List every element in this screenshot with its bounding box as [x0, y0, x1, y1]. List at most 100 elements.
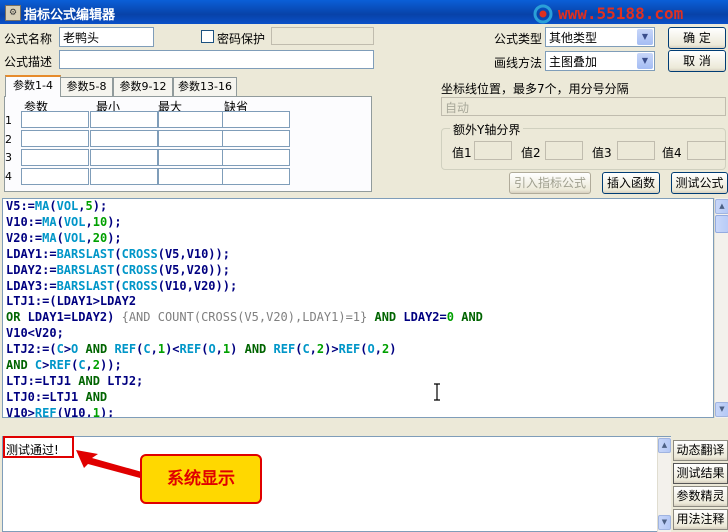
param-cell-input[interactable]: [158, 111, 226, 128]
param-cell-input[interactable]: [158, 168, 226, 185]
param-cell-input[interactable]: [90, 130, 158, 147]
code-token: LDAY3:=: [6, 278, 57, 293]
value1-input[interactable]: [474, 141, 512, 160]
code-token: LTJ:=LTJ1: [6, 373, 79, 388]
code-token: LTJ2;: [99, 373, 144, 388]
code-token: (: [114, 278, 122, 293]
code-token: (V10,: [56, 405, 93, 418]
scroll-thumb[interactable]: [715, 215, 728, 233]
param-row-number: 4: [5, 170, 12, 183]
param-cell-input[interactable]: [21, 130, 89, 147]
side-tab-test-result[interactable]: 测试结果: [673, 463, 728, 484]
param-cell-input[interactable]: [222, 111, 290, 128]
coord-line-label: 坐标线位置，最多7个，用分号分隔: [441, 82, 629, 96]
import-formula-button[interactable]: 引入指标公式: [509, 172, 591, 194]
scroll-down-icon[interactable]: ▼: [658, 515, 671, 530]
param-cell-input[interactable]: [222, 149, 290, 166]
value2-input[interactable]: [545, 141, 583, 160]
code-token: )<: [165, 342, 180, 357]
value4-input[interactable]: [687, 141, 726, 160]
output-scrollbar[interactable]: ▲ ▼: [657, 437, 671, 532]
test-formula-button[interactable]: 测试公式: [671, 172, 728, 194]
param-cell-input[interactable]: [21, 111, 89, 128]
tab-params-1-4[interactable]: 参数1-4: [5, 75, 61, 97]
code-line: LDAY1:=BARSLAST(CROSS(V5,V10));: [6, 247, 483, 263]
insert-function-button[interactable]: 插入函数: [602, 172, 660, 194]
splitter[interactable]: [0, 420, 728, 434]
window-title: 指标公式编辑器: [24, 8, 116, 23]
formula-desc-input[interactable]: [59, 50, 374, 69]
text-cursor-icon: [434, 383, 440, 401]
formula-editor[interactable]: V5:=MA(VOL,5); V10:=MA(VOL,10); V20:=MA(VO…: [2, 198, 714, 418]
code-token: O: [208, 342, 216, 357]
editor-scrollbar[interactable]: ▲ ▼: [714, 198, 728, 418]
code-token: ,: [309, 342, 317, 357]
extra-y-axis-label: 额外Y轴分界: [450, 121, 524, 138]
value3-input[interactable]: [617, 141, 655, 160]
code-token: BARSLAST: [56, 262, 115, 277]
coord-line-input[interactable]: 自动: [441, 97, 726, 116]
code-line: V10:=MA(VOL,10);: [6, 215, 483, 231]
cancel-button[interactable]: 取 消: [668, 50, 726, 72]
scroll-up-icon[interactable]: ▲: [715, 199, 728, 214]
param-cell-input[interactable]: [158, 130, 226, 147]
draw-method-select[interactable]: 主图叠加 ▼: [545, 51, 655, 71]
param-row-number: 3: [5, 151, 12, 164]
code-line: LTJ:=LTJ1 AND LTJ2;: [6, 374, 483, 390]
code-token: );: [107, 230, 122, 245]
code-token: {AND COUNT(CROSS(V5,V20),LDAY1)=1}: [121, 310, 368, 325]
code-token: REF: [273, 342, 296, 357]
code-token: (: [49, 199, 57, 213]
formula-name-input[interactable]: 老鸭头: [59, 27, 154, 47]
side-tab-dynamic-translate[interactable]: 动态翻译: [673, 440, 728, 461]
code-token: MA: [34, 199, 50, 213]
code-line: LDAY3:=BARSLAST(CROSS(V10,V20));: [6, 279, 483, 295]
code-token: BARSLAST: [56, 246, 115, 261]
code-token: ,: [150, 342, 158, 357]
side-tab-param-wizard[interactable]: 参数精灵: [673, 486, 728, 507]
chevron-down-icon[interactable]: ▼: [637, 29, 653, 45]
code-token: (: [114, 246, 122, 261]
tab-params-13-16[interactable]: 参数13-16: [173, 77, 237, 96]
code-token: 10: [92, 214, 108, 229]
code-token: 1: [157, 342, 166, 357]
code-line: V10<V20;: [6, 326, 483, 342]
code-token: AND: [78, 373, 100, 388]
code-token: MA: [42, 214, 57, 229]
scroll-up-icon[interactable]: ▲: [658, 438, 671, 453]
param-cell-input[interactable]: [21, 168, 89, 185]
scroll-down-icon[interactable]: ▼: [715, 402, 728, 417]
code-token: LDAY2:=: [6, 262, 57, 277]
code-token: REF: [49, 358, 72, 373]
param-cell-input[interactable]: [90, 168, 158, 185]
password-checkbox[interactable]: [201, 30, 214, 43]
title-bar[interactable]: ⚙ 指标公式编辑器 www.55188.com: [0, 0, 728, 24]
code-token: BARSLAST: [56, 278, 115, 293]
code-token: REF: [338, 342, 361, 357]
tab-params-9-12[interactable]: 参数9-12: [113, 77, 173, 96]
tab-params-5-8[interactable]: 参数5-8: [60, 77, 113, 96]
code-token: LDAY1:=: [6, 246, 57, 261]
code-token: CROSS: [121, 278, 158, 293]
param-cell-input[interactable]: [158, 149, 226, 166]
password-input[interactable]: [271, 27, 374, 45]
code-token: );: [92, 199, 108, 213]
param-cell-input[interactable]: [222, 168, 290, 185]
code-token: C: [302, 342, 310, 357]
value2-label: 值2: [521, 146, 541, 160]
formula-type-select[interactable]: 其他类型 ▼: [545, 27, 655, 47]
ok-button[interactable]: 确 定: [668, 27, 726, 49]
annotation-callout: 系统显示: [140, 454, 262, 504]
code-token: VOL: [63, 214, 86, 229]
code-token: V10>: [6, 405, 35, 418]
param-cell-input[interactable]: [90, 149, 158, 166]
param-cell-input[interactable]: [90, 111, 158, 128]
code-token: V10<V20;: [6, 326, 64, 341]
param-cell-input[interactable]: [21, 149, 89, 166]
code-token: AND: [244, 342, 267, 357]
param-cell-input[interactable]: [222, 130, 290, 147]
chevron-down-icon[interactable]: ▼: [637, 53, 653, 69]
side-tab-usage-notes[interactable]: 用法注释: [673, 509, 728, 530]
watermark-url: www.55188.com: [558, 4, 684, 23]
